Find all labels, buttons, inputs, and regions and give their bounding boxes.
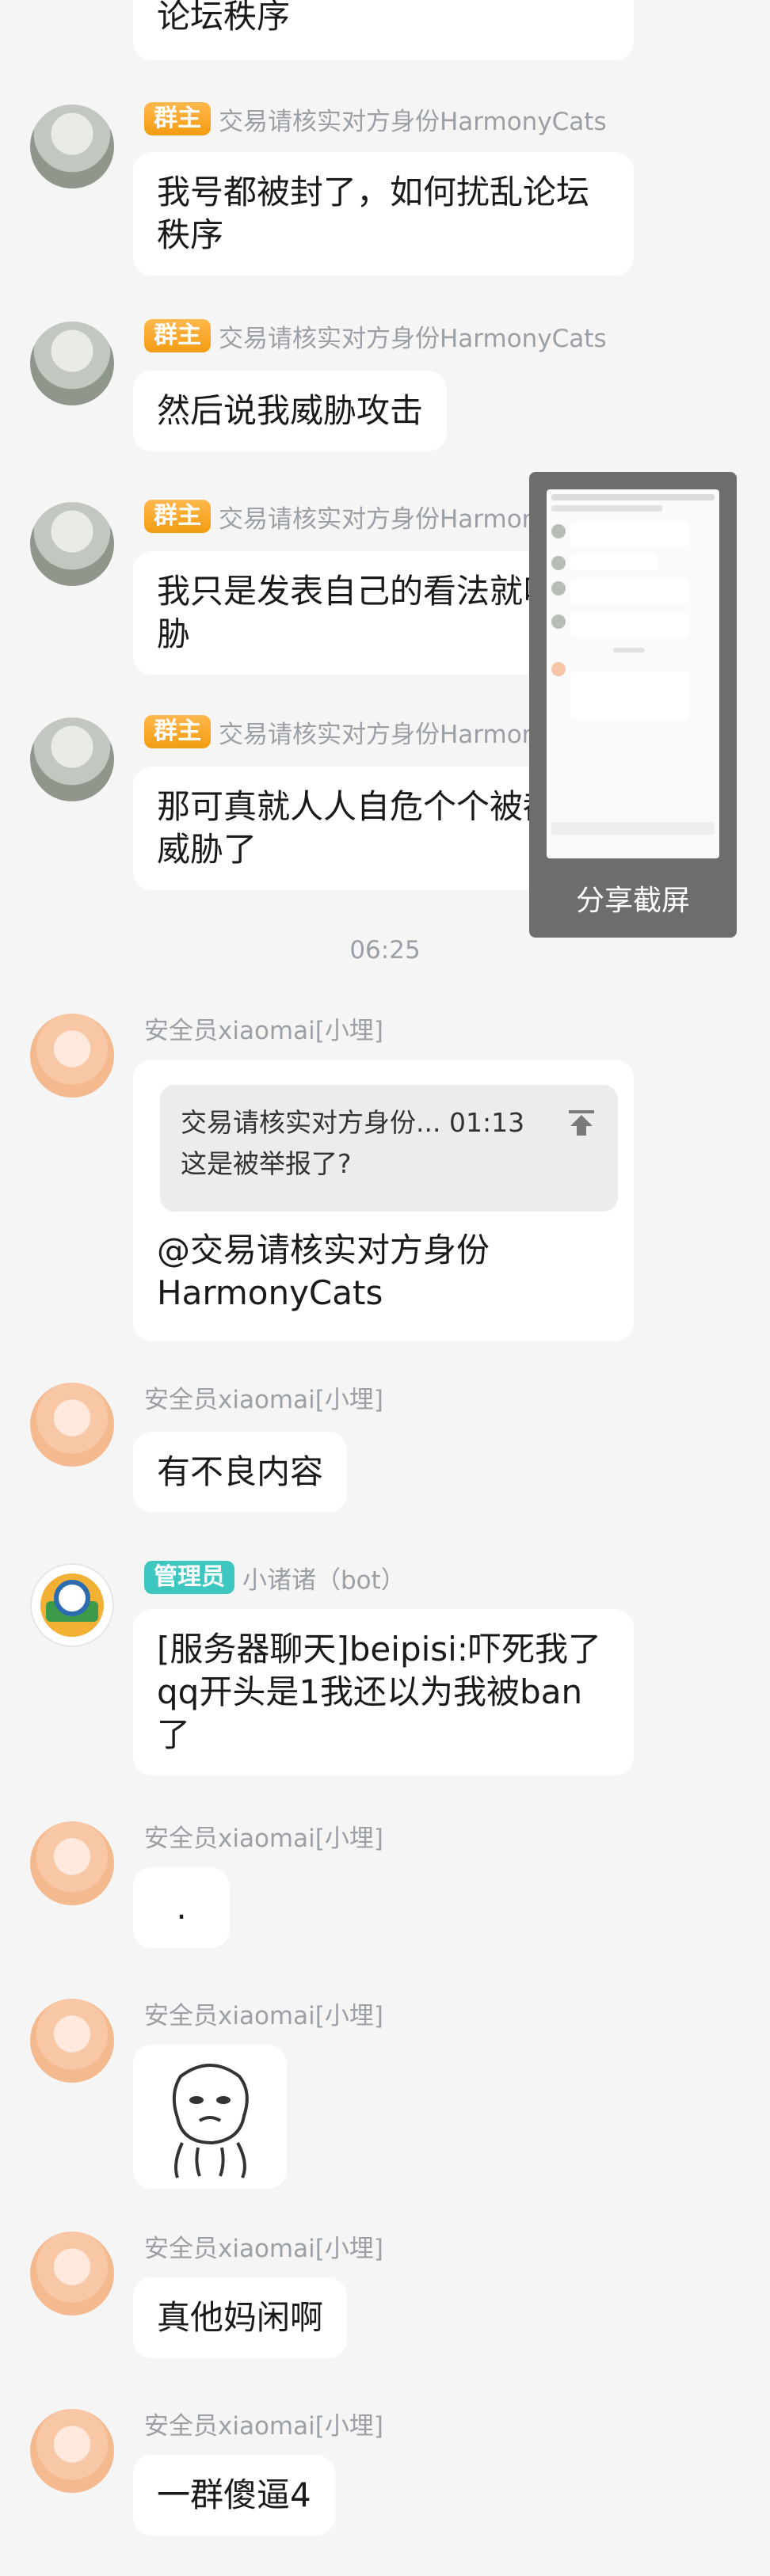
message-bubble[interactable]: 我号都被封了，如何扰乱论坛 秩序 xyxy=(133,152,634,276)
sender-name[interactable]: 安全员xiaomai[小埋] xyxy=(144,1818,383,1854)
panda-meme-sticker-icon xyxy=(172,2064,249,2178)
share-screenshot-label[interactable]: 分享截屏 xyxy=(529,877,737,919)
sender-name[interactable]: 安全员xiaomai[小埋] xyxy=(144,2228,383,2264)
message-line: [服务器聊天]beipisi:吓死我了 xyxy=(157,1630,601,1669)
sender-name[interactable]: 安全员xiaomai[小埋] xyxy=(144,1379,383,1415)
message-bubble[interactable]: [服务器聊天]beipisi:吓死我了 qq开头是1我还以为我被ban 了 xyxy=(133,1609,634,1775)
sender-name[interactable]: 交易请核实对方身份HarmonyCats xyxy=(219,318,607,354)
message-line: qq开头是1我还以为我被ban xyxy=(157,1672,583,1711)
avatar[interactable] xyxy=(30,1383,114,1467)
time-divider: 06:25 xyxy=(349,936,421,965)
message-line: HarmonyCats xyxy=(157,1273,383,1312)
avatar[interactable] xyxy=(30,1014,114,1098)
sender-row: 安全员xiaomai[小埋] xyxy=(144,1996,383,2030)
sender-name[interactable]: 安全员xiaomai[小埋] xyxy=(144,1010,383,1046)
owner-badge: 群主 xyxy=(144,319,211,352)
sender-row: 群主 交易请核实对方身份HarmonyCats xyxy=(144,318,607,353)
message-line: 真他妈闲啊 xyxy=(157,2298,324,2337)
sender-row: 安全员xiaomai[小埋] xyxy=(144,1010,383,1045)
sender-row: 群主 交易请核实对方身份HarmonyCats xyxy=(144,101,607,136)
bot-logo-icon xyxy=(40,1573,104,1637)
message-line: . xyxy=(176,1888,187,1927)
quote-header: 交易请核实对方身份... 01:13 xyxy=(181,1107,525,1138)
screenshot-share-popup[interactable]: 分享截屏 xyxy=(529,472,737,938)
message-bubble[interactable]: 然后说我威胁攻击 xyxy=(133,371,448,451)
quoted-message[interactable]: 交易请核实对方身份... 01:13 这是被举报了? xyxy=(160,1085,618,1212)
bot-avatar[interactable] xyxy=(30,1563,114,1647)
owner-badge: 群主 xyxy=(144,102,211,135)
avatar[interactable] xyxy=(30,2232,114,2315)
avatar[interactable] xyxy=(30,2409,114,2493)
sender-name[interactable]: 安全员xiaomai[小埋] xyxy=(144,2406,383,2441)
message-text: @交易请核实对方身份 HarmonyCats xyxy=(157,1229,490,1315)
sender-row: 安全员xiaomai[小埋] xyxy=(144,2406,383,2441)
screenshot-thumbnail[interactable] xyxy=(547,489,719,858)
avatar[interactable] xyxy=(30,717,114,801)
message-line: 一群傻逼4 xyxy=(157,2475,311,2514)
avatar[interactable] xyxy=(30,105,114,188)
message-bubble[interactable]: 有不良内容 xyxy=(133,1432,348,1512)
quote-text: 这是被举报了? xyxy=(181,1148,352,1179)
sender-row: 安全员xiaomai[小埋] xyxy=(144,2228,383,2263)
pin-to-top-icon[interactable] xyxy=(566,1107,597,1139)
message-line: 了 xyxy=(157,1715,191,1754)
owner-badge: 群主 xyxy=(144,715,211,748)
message-line: @交易请核实对方身份 xyxy=(157,1231,490,1269)
admin-badge: 管理员 xyxy=(144,1561,234,1594)
message-text: 论坛秩序 xyxy=(157,0,291,36)
sender-row: 管理员 小诸诸（bot） xyxy=(144,1560,406,1595)
sender-name[interactable]: 安全员xiaomai[小埋] xyxy=(144,1996,383,2031)
message-bubble[interactable]: 论坛秩序 xyxy=(133,0,634,60)
message-line: 我号都被封了，如何扰乱论坛 xyxy=(157,173,590,211)
avatar[interactable] xyxy=(30,1999,114,2083)
message-line: 秩序 xyxy=(157,215,224,254)
message-line: 然后说我威胁攻击 xyxy=(157,391,424,430)
message-bubble[interactable]: 一群傻逼4 xyxy=(133,2455,335,2536)
sender-name[interactable]: 小诸诸（bot） xyxy=(242,1560,406,1596)
owner-badge: 群主 xyxy=(144,500,211,533)
sender-row: 安全员xiaomai[小埋] xyxy=(144,1818,383,1853)
message-line: 有不良内容 xyxy=(157,1452,324,1491)
avatar[interactable] xyxy=(30,1821,114,1905)
sender-name[interactable]: 交易请核实对方身份HarmonyCats xyxy=(219,101,607,137)
avatar[interactable] xyxy=(30,502,114,586)
avatar[interactable] xyxy=(30,322,114,405)
message-bubble[interactable]: . xyxy=(133,1867,230,1948)
sender-row: 安全员xiaomai[小埋] xyxy=(144,1379,383,1414)
message-bubble[interactable]: 真他妈闲啊 xyxy=(133,2277,348,2358)
sticker-bubble[interactable] xyxy=(133,2045,287,2189)
